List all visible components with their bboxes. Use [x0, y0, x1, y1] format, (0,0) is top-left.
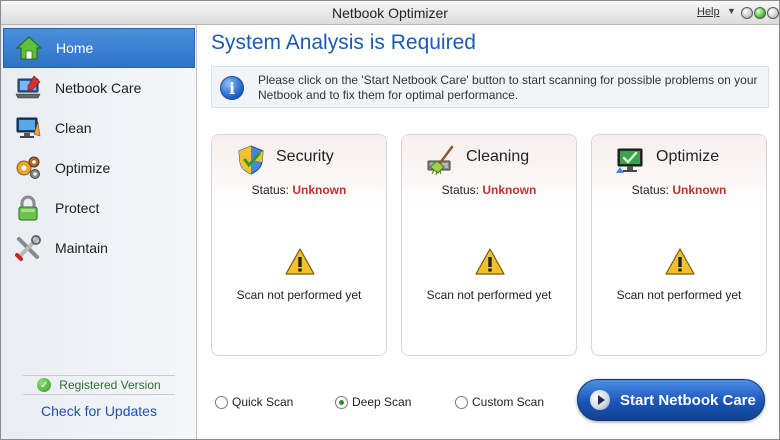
help-dropdown-icon[interactable]: ▼ [727, 6, 736, 16]
card-status: Status: Unknown [592, 183, 766, 197]
radio-label: Deep Scan [352, 395, 412, 409]
tools-icon [13, 233, 43, 263]
card-title: Security [276, 148, 334, 165]
netbook-care-icon [13, 73, 43, 103]
card-status: Status: Unknown [402, 183, 576, 197]
window-title: Netbook Optimizer [332, 5, 448, 21]
warning-icon [285, 248, 315, 275]
warning-icon [665, 248, 695, 275]
card-message: Scan not performed yet [236, 288, 362, 302]
custom-scan-radio[interactable]: Custom Scan [455, 395, 544, 409]
check-circle-icon: ✓ [37, 378, 52, 392]
info-icon: i [220, 76, 244, 100]
radio-button[interactable] [455, 395, 468, 409]
card-title: Optimize [656, 148, 720, 165]
check-for-updates-link[interactable]: Check for Updates [1, 403, 197, 419]
security-card: Security Status: Unknown Scan not perfor… [211, 134, 387, 356]
info-text: Please click on the 'Start Netbook Care'… [258, 73, 758, 102]
sidebar-item-maintain[interactable]: Maintain [3, 228, 195, 268]
lock-icon [13, 193, 43, 223]
radio-label: Custom Scan [472, 395, 545, 409]
radio-button[interactable] [215, 395, 228, 409]
sidebar-item-label: Protect [55, 200, 100, 216]
status-label: Status: [441, 183, 479, 197]
status-value: Unknown [292, 183, 347, 197]
status-value: Unknown [672, 183, 727, 197]
cleaning-card: Cleaning Status: Unknown Scan not perfor… [401, 134, 577, 356]
minimize-button[interactable] [741, 7, 753, 19]
sidebar: Home Netbook Care Clean Optimize Protect [1, 25, 197, 439]
sidebar-item-protect[interactable]: Protect [3, 188, 195, 228]
quick-scan-radio[interactable]: Quick Scan [215, 395, 293, 409]
registered-version-badge: ✓ Registered Version [23, 375, 175, 395]
broom-icon [427, 145, 454, 176]
status-label: Status: [631, 183, 669, 197]
sidebar-item-home[interactable]: Home [3, 28, 195, 68]
optimize-icon [13, 153, 43, 183]
sidebar-item-optimize[interactable]: Optimize [3, 148, 195, 188]
sidebar-item-netbook-care[interactable]: Netbook Care [3, 68, 195, 108]
play-icon [590, 390, 610, 410]
radio-label: Quick Scan [232, 395, 294, 409]
optimize-card: Optimize Status: Unknown Scan not perfor… [591, 134, 767, 356]
shield-icon [238, 145, 264, 175]
card-message: Scan not performed yet [426, 288, 552, 302]
start-netbook-care-button[interactable]: Start Netbook Care [577, 379, 765, 421]
page-title: System Analysis is Required [211, 31, 476, 54]
sidebar-item-label: Optimize [55, 160, 111, 176]
deep-scan-radio[interactable]: Deep Scan [335, 395, 411, 409]
warning-icon [475, 248, 505, 275]
status-label: Status: [251, 183, 289, 197]
sidebar-item-clean[interactable]: Clean [3, 108, 195, 148]
help-menu[interactable]: Help [697, 6, 720, 18]
app-window: Netbook Optimizer Help ▼ Home Netbook Ca… [0, 0, 780, 440]
card-message: Scan not performed yet [616, 288, 742, 302]
sidebar-item-label: Home [56, 40, 94, 56]
radio-button[interactable] [335, 395, 348, 409]
registered-version-label: Registered Version [59, 378, 161, 392]
radio-selected-dot [339, 399, 344, 405]
sidebar-item-label: Maintain [55, 240, 108, 256]
sidebar-item-label: Netbook Care [55, 80, 142, 96]
sidebar-item-label: Clean [55, 120, 92, 136]
home-icon [14, 33, 44, 63]
card-title: Cleaning [466, 148, 530, 165]
close-button[interactable] [767, 7, 779, 19]
clean-icon [13, 113, 43, 143]
title-bar[interactable]: Netbook Optimizer Help ▼ [1, 1, 779, 25]
monitor-check-icon [616, 148, 643, 173]
status-value: Unknown [482, 183, 537, 197]
info-banner: i Please click on the 'Start Netbook Car… [211, 66, 769, 108]
card-status: Status: Unknown [212, 183, 386, 197]
maximize-button[interactable] [754, 7, 766, 19]
start-button-label: Start Netbook Care [620, 391, 756, 409]
